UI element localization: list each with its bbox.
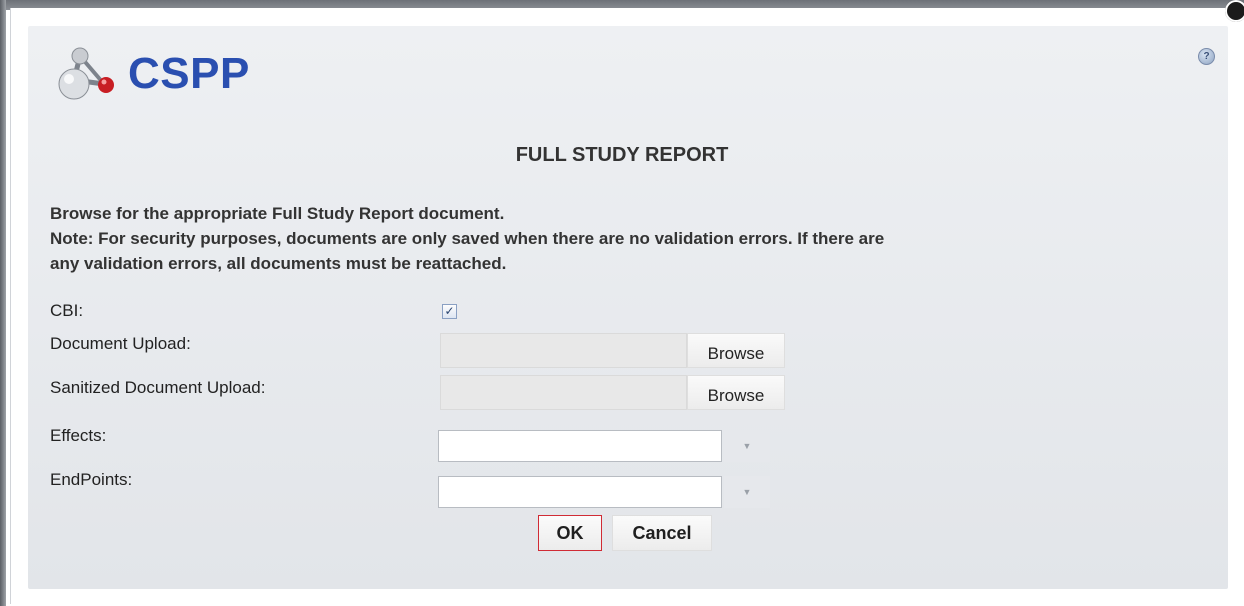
effects-select[interactable] [438,430,722,462]
sanitized-browse-button[interactable]: Browse [687,375,785,410]
cbi-checkbox[interactable]: ✓ [442,304,457,319]
effects-label: Effects: [50,426,107,445]
endpoints-dropdown-arrow-icon[interactable]: ▼ [724,476,770,508]
cbi-label: CBI: [50,301,84,320]
document-upload-field[interactable] [440,333,687,368]
note-text-line2: any validation errors, all documents mus… [50,254,507,273]
document-browse-button[interactable]: Browse [687,333,785,368]
effects-dropdown-arrow-icon[interactable]: ▼ [724,430,770,462]
brand-name: CSPP [128,49,250,98]
instructions: Browse for the appropriate Full Study Re… [50,201,1220,276]
sanitized-upload-label: Sanitized Document Upload: [50,378,266,397]
document-upload-label: Document Upload: [50,334,191,353]
dialog-title: FULL STUDY REPORT [515,144,729,166]
endpoints-select[interactable] [438,476,722,508]
close-icon[interactable] [1225,0,1244,22]
instruction-text: Browse for the appropriate Full Study Re… [50,204,505,223]
cancel-button[interactable]: Cancel [612,515,712,551]
page-left-border [0,0,6,606]
cspp-logo: CSPP [52,44,250,104]
help-icon[interactable]: ? [1198,48,1215,65]
endpoints-label: EndPoints: [50,470,133,489]
ok-button[interactable]: OK [538,515,602,551]
sanitized-upload-field[interactable] [440,375,687,410]
note-text-line1: Note: For security purposes, documents a… [50,229,885,248]
molecule-icon [58,47,114,100]
